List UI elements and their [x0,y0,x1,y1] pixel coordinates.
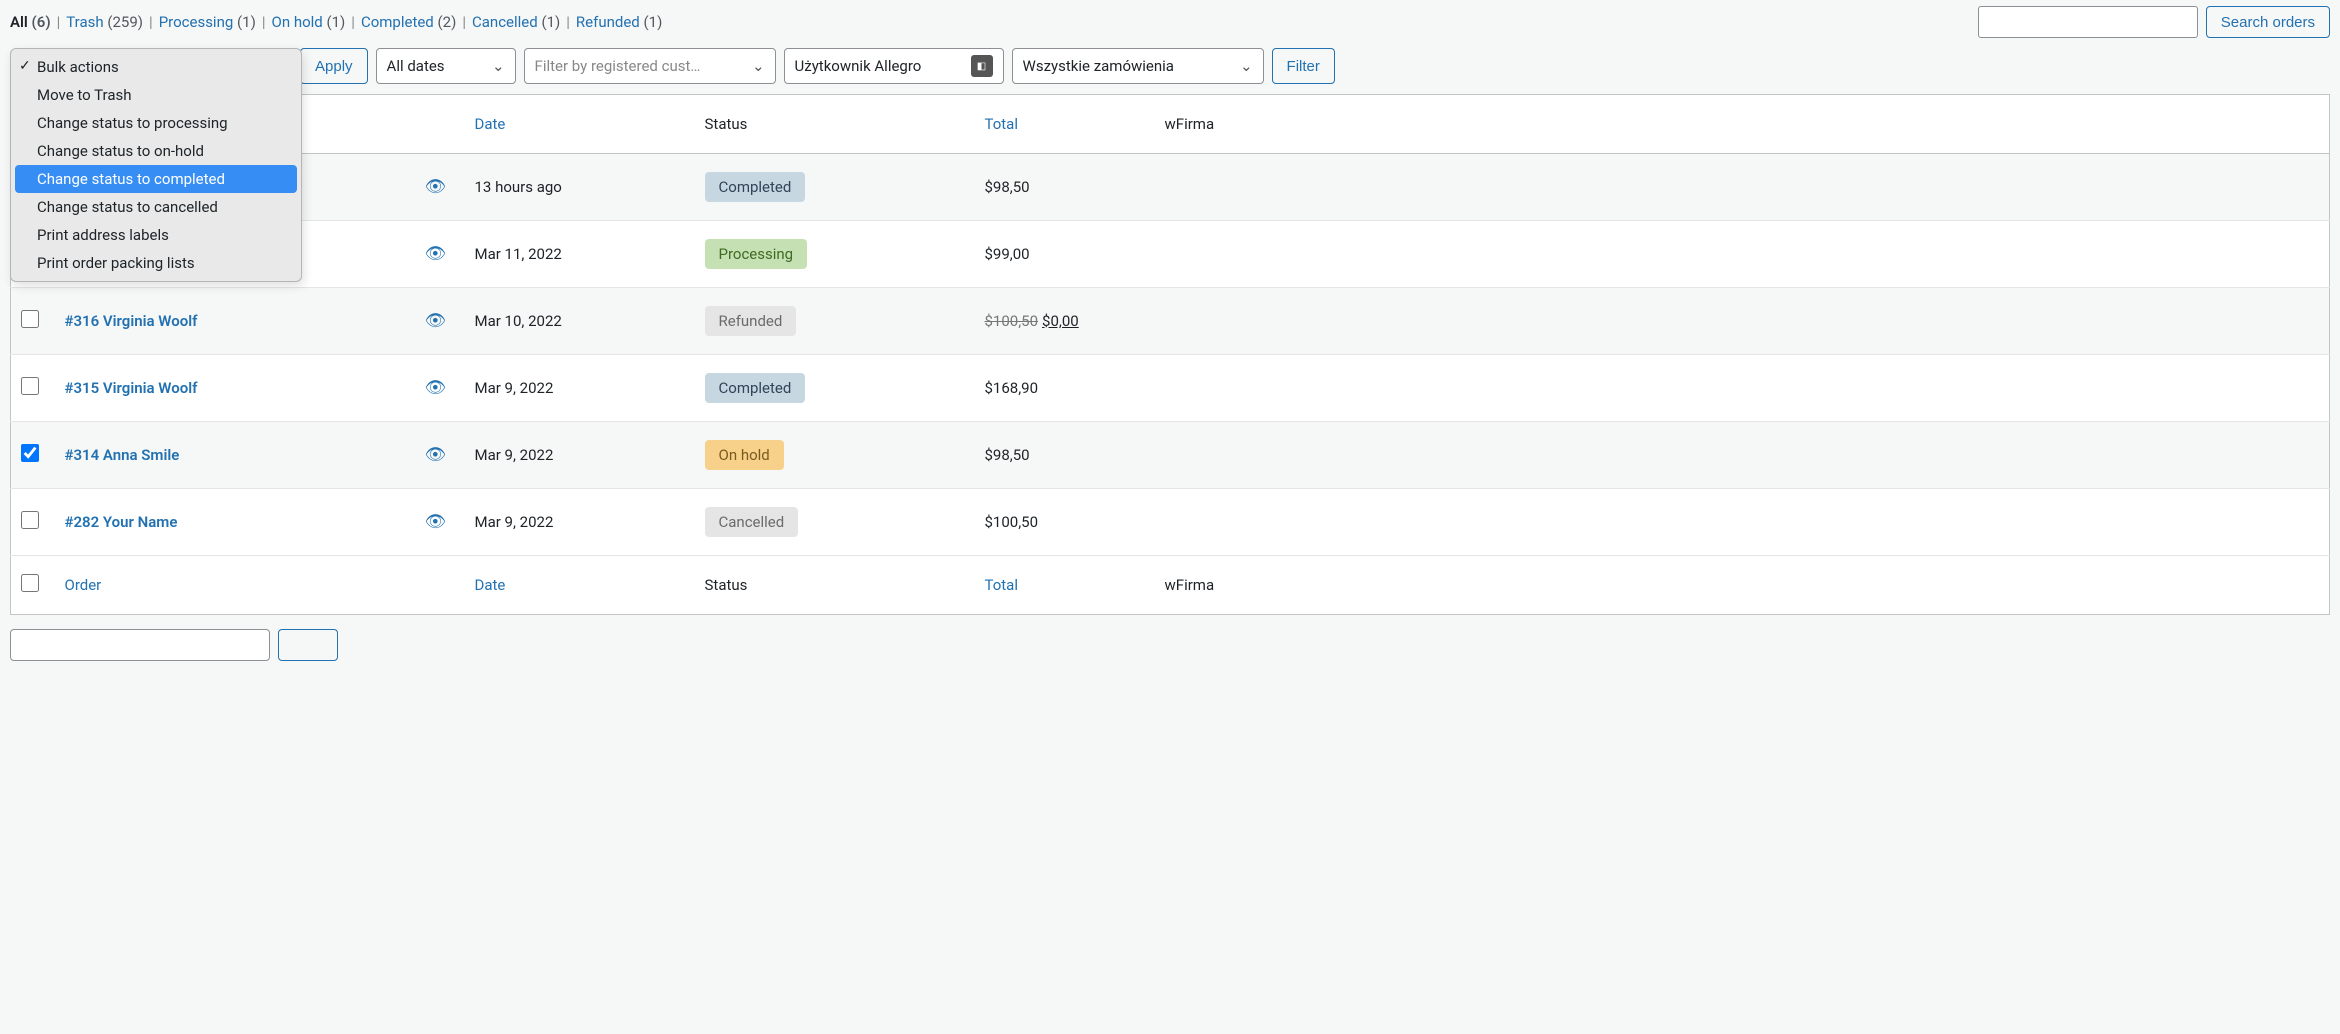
wfirma-cell [1155,422,2330,489]
status-filter-link[interactable]: Completed (2) [361,13,456,31]
preview-eye-icon[interactable]: 👁 [425,244,447,264]
table-row[interactable]: 👁 Mar 11, 2022 Processing $99,00 [11,221,2330,288]
preview-eye-icon[interactable]: 👁 [425,512,447,532]
bulk-action-option[interactable]: Change status to cancelled [11,193,301,221]
preview-eye-icon[interactable]: 👁 [425,311,447,331]
column-total-footer[interactable]: Total [975,556,1155,615]
bulk-actions-dropdown[interactable]: Bulk actionsMove to TrashChange status t… [10,48,302,282]
status-filter-link[interactable]: On hold (1) [272,13,346,31]
order-date: Mar 9, 2022 [465,489,695,556]
wfirma-cell [1155,154,2330,221]
preview-eye-icon[interactable]: 👁 [425,378,447,398]
status-badge: On hold [705,440,784,470]
order-date: Mar 9, 2022 [465,422,695,489]
filters-toolbar: Bulk actionsMove to TrashChange status t… [10,48,2330,84]
search-orders-button[interactable]: Search orders [2206,6,2330,38]
order-total: $168,90 [975,355,1155,422]
column-date-footer[interactable]: Date [465,556,695,615]
status-filter-link[interactable]: Trash (259) [66,13,143,31]
customer-filter-select[interactable]: Filter by registered cust… ⌄ [524,48,776,84]
column-preview [415,95,465,154]
allegro-user-label: Użytkownik Allegro [795,57,922,75]
status-badge: Completed [705,373,806,403]
bulk-action-option[interactable]: Print address labels [11,221,301,249]
bulk-action-option[interactable]: Change status to on-hold [11,137,301,165]
bulk-action-option[interactable]: Change status to completed [15,165,297,193]
status-filter-link[interactable]: Processing (1) [159,13,256,31]
column-total[interactable]: Total [975,95,1155,154]
row-checkbox[interactable] [21,310,39,328]
column-date[interactable]: Date [465,95,695,154]
status-badge: Completed [705,172,806,202]
column-wfirma-footer: wFirma [1155,556,2330,615]
column-status: Status [695,95,975,154]
bulk-actions-select-bottom[interactable] [10,629,270,661]
allegro-user-select[interactable]: Użytkownik Allegro ◧ [784,48,1004,84]
status-filter-bar: All (6) | Trash (259) | Processing (1) |… [10,2,2330,48]
select-all-footer[interactable] [11,556,55,615]
order-date: Mar 11, 2022 [465,221,695,288]
status-filter-link[interactable]: Cancelled (1) [472,13,560,31]
column-status-footer: Status [695,556,975,615]
search-input[interactable] [1978,6,2198,38]
order-link[interactable]: #316 Virginia Woolf [65,312,198,330]
footer-toolbar [10,629,2330,661]
order-date: 13 hours ago [465,154,695,221]
order-total: $98,50 [975,422,1155,489]
bulk-action-option[interactable]: Bulk actions [11,53,301,81]
row-checkbox[interactable] [21,511,39,529]
bulk-action-option[interactable]: Print order packing lists [11,249,301,277]
chevron-down-icon: ⌄ [752,57,765,75]
chevron-down-icon: ⌄ [1240,57,1253,75]
row-checkbox[interactable] [21,377,39,395]
wfirma-cell [1155,288,2330,355]
status-links: All (6) | Trash (259) | Processing (1) |… [10,13,662,31]
order-date: Mar 10, 2022 [465,288,695,355]
wfirma-cell [1155,489,2330,556]
wfirma-cell [1155,221,2330,288]
order-date: Mar 9, 2022 [465,355,695,422]
search-area: Search orders [1978,6,2330,38]
status-filter-link[interactable]: All (6) [10,13,51,31]
order-total: $100,50$0,00 [975,288,1155,355]
orders-table: Order Date Status Total wFirma 👁 13 hours… [10,94,2330,615]
table-row[interactable]: #316 Virginia Woolf 👁 Mar 10, 2022 Refunded… [11,288,2330,355]
status-badge: Processing [705,239,808,269]
table-row[interactable]: #314 Anna Smile 👁 Mar 9, 2022 On hold $98,50 [11,422,2330,489]
bulk-action-option[interactable]: Change status to processing [11,109,301,137]
bulk-action-option[interactable]: Move to Trash [11,81,301,109]
dates-filter-label: All dates [387,57,445,75]
apply-button[interactable]: Apply [300,48,368,84]
orders-filter-label: Wszystkie zamówienia [1023,57,1174,75]
order-total: $99,00 [975,221,1155,288]
order-total: $98,50 [975,154,1155,221]
table-header-row: Order Date Status Total wFirma [11,95,2330,154]
table-row[interactable]: #282 Your Name 👁 Mar 9, 2022 Cancelled $100,… [11,489,2330,556]
status-badge: Refunded [705,306,797,336]
orders-filter-select[interactable]: Wszystkie zamówienia ⌄ [1012,48,1264,84]
filter-button[interactable]: Filter [1272,48,1335,84]
apply-button-bottom[interactable] [278,629,338,661]
customer-filter-placeholder: Filter by registered cust… [535,57,701,75]
status-filter-link[interactable]: Refunded (1) [576,13,662,31]
chevron-down-icon: ⌄ [492,57,505,75]
preview-eye-icon[interactable]: 👁 [425,177,447,197]
column-wfirma: wFirma [1155,95,2330,154]
order-link[interactable]: #315 Virginia Woolf [65,379,198,397]
status-badge: Cancelled [705,507,799,537]
column-order-footer[interactable]: Order [55,556,415,615]
order-link[interactable]: #282 Your Name [65,513,178,531]
order-total: $100,50 [975,489,1155,556]
order-link[interactable]: #314 Anna Smile [65,446,180,464]
table-row[interactable]: 👁 13 hours ago Completed $98,50 [11,154,2330,221]
table-row[interactable]: #315 Virginia Woolf 👁 Mar 9, 2022 Completed… [11,355,2330,422]
dates-filter-select[interactable]: All dates ⌄ [376,48,516,84]
preview-eye-icon[interactable]: 👁 [425,445,447,465]
wfirma-cell [1155,355,2330,422]
table-footer-row: Order Date Status Total wFirma [11,556,2330,615]
allegro-icon: ◧ [971,55,993,77]
row-checkbox[interactable] [21,444,39,462]
select-all-checkbox-footer[interactable] [21,574,39,592]
